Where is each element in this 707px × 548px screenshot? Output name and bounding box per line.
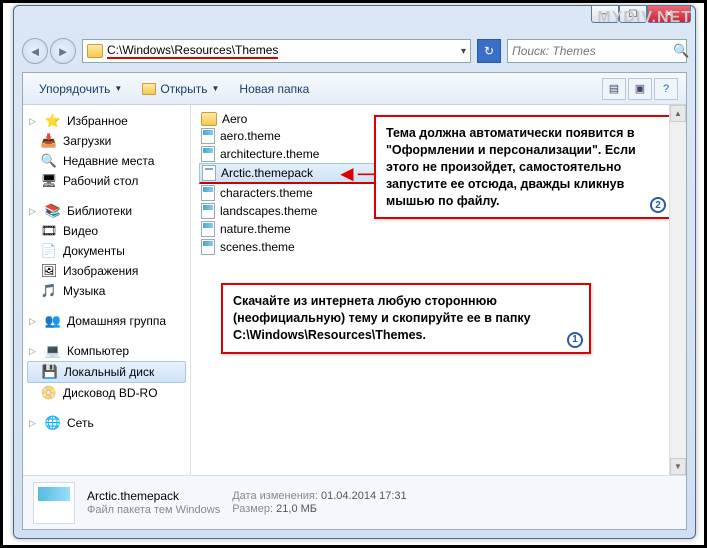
forward-button[interactable]: ► [50,38,76,64]
details-pane: Arctic.themepack Файл пакета тем Windows… [23,475,686,529]
sidebar-homegroup[interactable]: ▷👥Домашняя группа [23,311,190,331]
folder-icon [201,112,217,126]
chevron-down-icon: ▼ [114,84,122,93]
disc-icon: 📀 [41,385,57,401]
annotation-number-badge: 2 [650,197,666,213]
organize-label: Упорядочить [39,82,110,96]
sidebar-item-localdisk[interactable]: 💾Локальный диск [27,361,186,383]
details-date-label: Дата изменения: [232,490,318,502]
desktop-icon: 🖥 [41,173,57,189]
theme-file-icon [201,239,215,255]
theme-file-icon [201,185,215,201]
watermark: MYDIV.NET [597,9,692,27]
sidebar-item-images[interactable]: 🖼Изображения [23,261,190,281]
sidebar-network[interactable]: ▷🌐Сеть [23,413,190,433]
explorer-window: ─ ☐ ✕ ◄ ► C:\Windows\Resources\Themes ▾ … [13,5,696,539]
newfolder-label: Новая папка [239,82,309,96]
search-icon: 🔍 [673,43,689,59]
star-icon: ⭐ [45,113,61,129]
theme-file-icon [201,146,215,162]
downloads-icon: 📥 [41,133,57,149]
computer-icon: 💻 [45,343,61,359]
annotation-box-1: Скачайте из интернета любую стороннюю (н… [221,283,591,354]
libraries-icon: 📚 [45,203,61,219]
scroll-down-button[interactable]: ▼ [670,458,686,475]
sidebar-item-recent[interactable]: 🔍Недавние места [23,151,190,171]
preview-pane-button[interactable]: ▣ [628,78,652,100]
list-item[interactable]: scenes.theme [199,238,678,256]
theme-file-icon [201,221,215,237]
titlebar: ─ ☐ ✕ [14,6,695,34]
homegroup-icon: 👥 [45,313,61,329]
recent-icon: 🔍 [41,153,57,169]
list-item[interactable]: nature.theme [199,220,678,238]
address-dropdown-icon[interactable]: ▾ [461,46,466,57]
file-pane: Aero aero.theme architecture.theme Arcti… [191,105,686,475]
search-input[interactable] [512,44,669,58]
content-frame: Упорядочить ▼ Открыть ▼ Новая папка ▤ ▣ … [22,72,687,530]
details-date: 01.04.2014 17:31 [321,490,407,502]
open-label: Открыть [160,82,207,96]
back-button[interactable]: ◄ [22,38,48,64]
scrollbar[interactable]: ▲ ▼ [669,105,686,475]
annotation-box-2: Тема должна автоматически появится в "Оф… [374,115,674,219]
network-icon: 🌐 [45,415,61,431]
refresh-button[interactable]: ↻ [477,39,501,63]
sidebar-item-downloads[interactable]: 📥Загрузки [23,131,190,151]
nav-row: ◄ ► C:\Windows\Resources\Themes ▾ ↻ 🔍 [14,34,695,68]
documents-icon: 📄 [41,243,57,259]
details-filetype: Файл пакета тем Windows [87,504,220,516]
chevron-down-icon: ▼ [211,84,219,93]
details-filename: Arctic.themepack [87,489,220,503]
search-box[interactable]: 🔍 [507,39,687,63]
open-button[interactable]: Открыть ▼ [134,79,227,99]
details-size-label: Размер: [232,503,273,515]
theme-file-icon [201,128,215,144]
help-button[interactable]: ? [654,78,678,100]
disk-icon: 💾 [42,364,58,380]
address-path: C:\Windows\Resources\Themes [107,43,278,59]
scroll-up-button[interactable]: ▲ [670,105,686,122]
annotation-number-badge: 1 [567,332,583,348]
music-icon: 🎵 [41,283,57,299]
folder-icon [87,44,103,58]
sidebar-item-desktop[interactable]: 🖥Рабочий стол [23,171,190,191]
sidebar-computer[interactable]: ▷💻Компьютер [23,341,190,361]
images-icon: 🖼 [41,263,57,279]
theme-file-icon [201,203,215,219]
video-icon: 🎞 [41,223,57,239]
themepack-file-icon [202,165,216,181]
sidebar-libraries[interactable]: ▷📚Библиотеки [23,201,190,221]
sidebar: ▷⭐Избранное 📥Загрузки 🔍Недавние места 🖥Р… [23,105,191,475]
toolbar: Упорядочить ▼ Открыть ▼ Новая папка ▤ ▣ … [23,73,686,105]
view-options-button[interactable]: ▤ [602,78,626,100]
sidebar-item-documents[interactable]: 📄Документы [23,241,190,261]
sidebar-favorites[interactable]: ▷⭐Избранное [23,111,190,131]
open-folder-icon [142,83,156,95]
organize-button[interactable]: Упорядочить ▼ [31,79,130,99]
new-folder-button[interactable]: Новая папка [231,79,317,99]
details-size: 21,0 МБ [276,503,317,515]
sidebar-item-music[interactable]: 🎵Музыка [23,281,190,301]
address-bar[interactable]: C:\Windows\Resources\Themes ▾ [82,39,471,63]
file-thumbnail [33,482,75,524]
sidebar-item-bdrom[interactable]: 📀Дисковод BD-RO [23,383,190,403]
sidebar-item-video[interactable]: 🎞Видео [23,221,190,241]
